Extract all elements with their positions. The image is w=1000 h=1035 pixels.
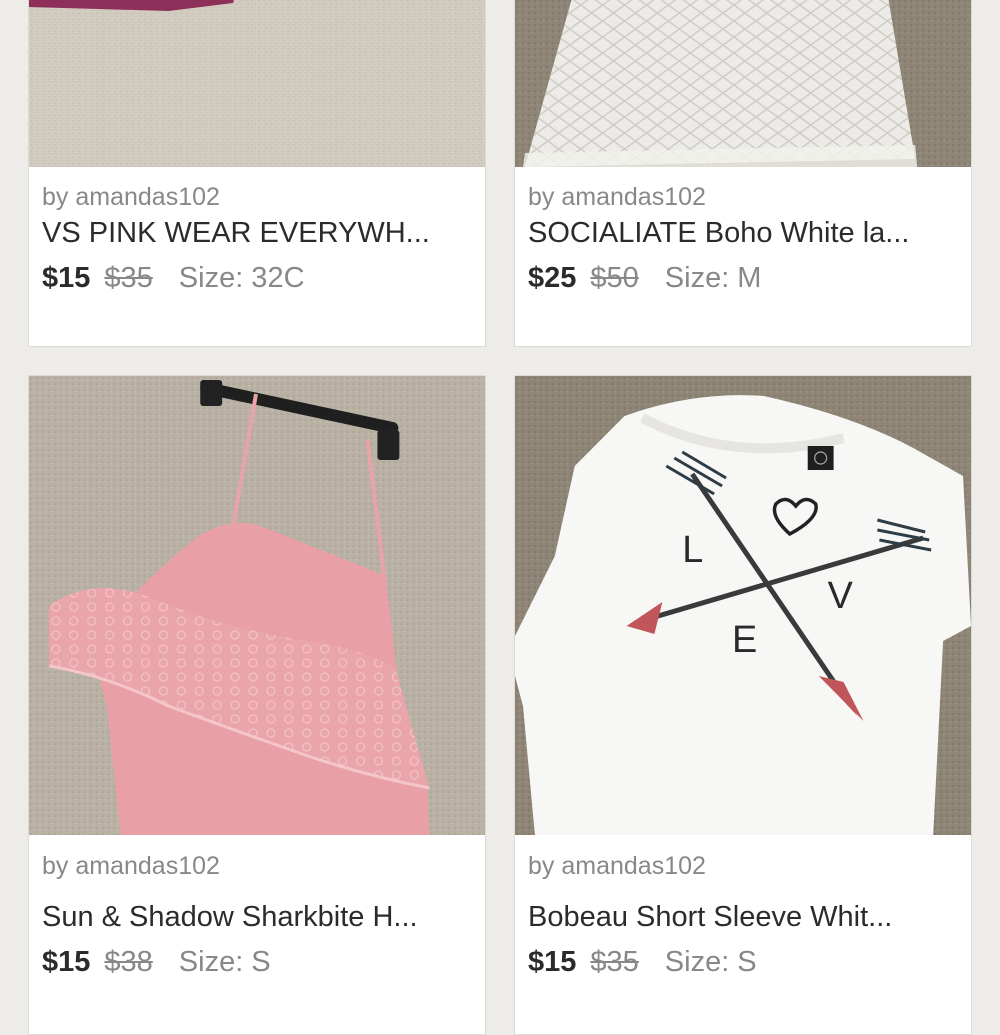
listing-card[interactable]: L V E by amandas102 Bobeau Short Sleeve … (514, 375, 972, 1035)
listing-price: $15 (42, 262, 91, 294)
price-row: $15 $35 Size: 32C (42, 262, 305, 295)
price-row: $25 $50 Size: M (528, 262, 761, 295)
seller-name[interactable]: by amandas102 (528, 852, 706, 881)
listing-size: Size: 32C (178, 262, 305, 294)
seller-name[interactable]: by amandas102 (42, 183, 220, 212)
listing-photo[interactable] (29, 376, 485, 835)
listing-price: $25 (528, 262, 577, 294)
listing-card[interactable]: by amandas102 SOCIALIATE Boho White la..… (514, 0, 972, 347)
listing-card[interactable]: by amandas102 Sun & Shadow Sharkbite H..… (28, 375, 486, 1035)
original-price: $38 (104, 946, 153, 978)
listing-size: Size: S (178, 946, 271, 978)
shirt-letter: E (732, 619, 757, 661)
listing-title[interactable]: Bobeau Short Sleeve Whit... (528, 901, 960, 934)
original-price: $50 (590, 262, 639, 294)
listing-title[interactable]: SOCIALIATE Boho White la... (528, 217, 960, 250)
price-row: $15 $35 Size: S (528, 946, 757, 979)
shirt-letter: L (682, 529, 703, 571)
listing-photo[interactable]: L V E (515, 376, 971, 835)
listing-card[interactable]: by amandas102 VS PINK WEAR EVERYWH... $1… (28, 0, 486, 347)
listing-title[interactable]: VS PINK WEAR EVERYWH... (42, 217, 474, 250)
original-price: $35 (590, 946, 639, 978)
original-price: $35 (104, 262, 153, 294)
listing-size: Size: S (664, 946, 757, 978)
seller-name[interactable]: by amandas102 (42, 852, 220, 881)
listing-size: Size: M (664, 262, 762, 294)
listing-photo[interactable] (29, 0, 485, 167)
shirt-letter: V (828, 575, 854, 617)
listing-price: $15 (528, 946, 577, 978)
listing-photo[interactable] (515, 0, 971, 167)
listing-title[interactable]: Sun & Shadow Sharkbite H... (42, 901, 474, 934)
seller-name[interactable]: by amandas102 (528, 183, 706, 212)
listing-price: $15 (42, 946, 91, 978)
price-row: $15 $38 Size: S (42, 946, 271, 979)
